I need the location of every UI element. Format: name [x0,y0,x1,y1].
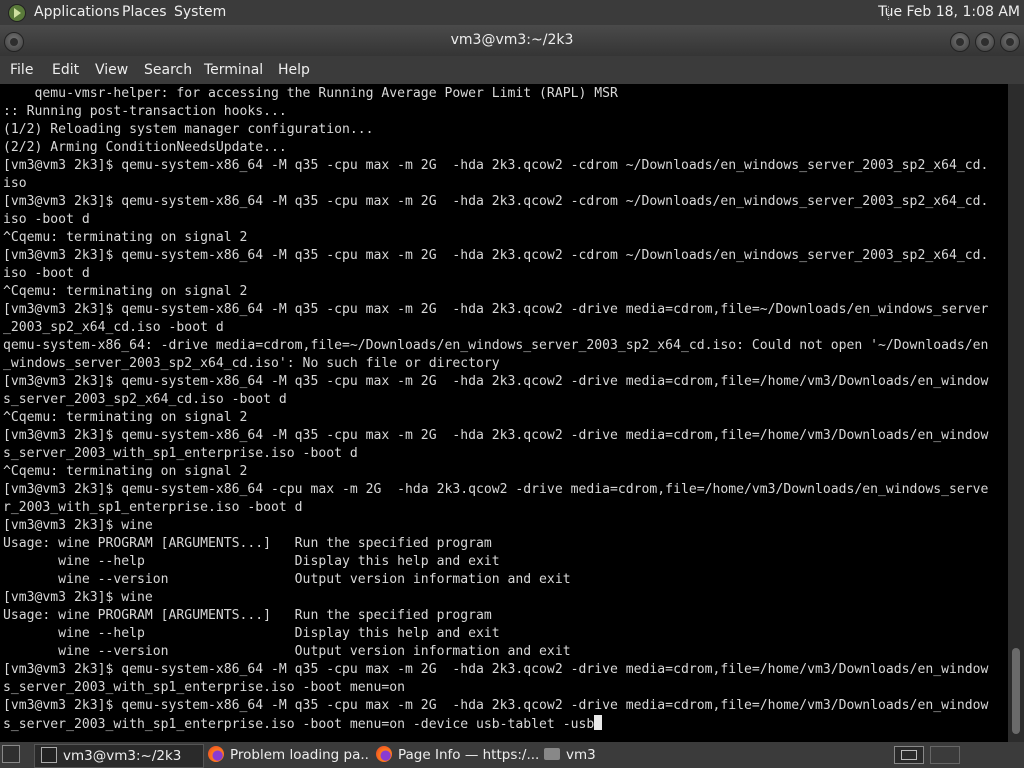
menu-search[interactable]: Search [144,56,192,84]
clock[interactable]: Tue Feb 18, 1:08 AM [878,0,1020,25]
task-label: vm3 [566,747,596,763]
firefox-icon [376,746,392,762]
taskbar-item-firefox-problem[interactable]: Problem loading pa... [204,744,370,766]
firefox-icon [208,746,224,762]
terminal-line: iso -boot d [3,212,90,227]
workspace-switcher-1[interactable] [894,746,924,764]
workspace-switcher-2[interactable] [930,746,960,764]
menu-help[interactable]: Help [278,56,310,84]
terminal-line: ^Cqemu: terminating on signal 2 [3,410,248,425]
terminal-line: wine --version Output version informatio… [3,644,571,659]
terminal-line: (2/2) Arming ConditionNeedsUpdate... [3,140,287,155]
close-icon[interactable] [1000,32,1020,52]
folder-icon [544,748,560,760]
terminal-cursor [594,715,603,730]
terminal-line: s_server_2003_with_sp1_enterprise.iso -b… [3,446,358,461]
task-label: vm3@vm3:~/2k3 [63,748,182,764]
show-desktop-icon[interactable] [2,745,20,763]
bottom-panel: vm3@vm3:~/2k3 Problem loading pa... Page… [0,742,1024,768]
terminal-line: _2003_sp2_x64_cd.iso -boot d [3,320,224,335]
terminal-line: iso [3,176,27,191]
minimize-icon[interactable] [950,32,970,52]
window-title: vm3@vm3:~/2k3 [450,32,574,48]
terminal-line: [vm3@vm3 2k3]$ qemu-system-x86_64 -M q35… [3,158,989,173]
terminal-line: [vm3@vm3 2k3]$ qemu-system-x86_64 -cpu m… [3,482,989,497]
terminal-line: [vm3@vm3 2k3]$ qemu-system-x86_64 -M q35… [3,698,989,713]
menu-file[interactable]: File [10,56,33,84]
terminal-line: s_server_2003_with_sp1_enterprise.iso -b… [3,717,595,732]
menu-view[interactable]: View [95,56,128,84]
system-menu[interactable]: System [174,0,226,25]
terminal-line: Usage: wine PROGRAM [ARGUMENTS...] Run t… [3,608,492,623]
terminal-output[interactable]: qemu-vmsr-helper: for accessing the Runn… [0,84,1008,742]
places-menu[interactable]: Places [122,0,167,25]
terminal-line: [vm3@vm3 2k3]$ qemu-system-x86_64 -M q35… [3,662,989,677]
terminal-line: iso -boot d [3,266,90,281]
taskbar-item-folder[interactable]: vm3 [540,744,660,766]
terminal-line: [vm3@vm3 2k3]$ wine [3,518,153,533]
terminal-line: ^Cqemu: terminating on signal 2 [3,230,248,245]
menu-edit[interactable]: Edit [52,56,79,84]
terminal-text: qemu-vmsr-helper: for accessing the Runn… [3,85,988,734]
applications-menu[interactable]: Applications [34,0,120,25]
terminal-line: qemu-vmsr-helper: for accessing the Runn… [3,86,618,101]
terminal-line: Usage: wine PROGRAM [ARGUMENTS...] Run t… [3,536,492,551]
terminal-line: wine --version Output version informatio… [3,572,571,587]
menu-terminal[interactable]: Terminal [204,56,263,84]
menubar: File Edit View Search Terminal Help [0,56,1024,84]
window-titlebar[interactable]: vm3@vm3:~/2k3 [0,25,1024,56]
terminal-line: :: Running post-transaction hooks... [3,104,287,119]
terminal-line: [vm3@vm3 2k3]$ qemu-system-x86_64 -M q35… [3,302,989,317]
task-label: Problem loading pa... [230,747,370,763]
terminal-line: [vm3@vm3 2k3]$ qemu-system-x86_64 -M q35… [3,428,989,443]
terminal-line: [vm3@vm3 2k3]$ wine [3,590,153,605]
terminal-line: wine --help Display this help and exit [3,626,500,641]
taskbar-item-terminal[interactable]: vm3@vm3:~/2k3 [34,744,204,768]
terminal-line: [vm3@vm3 2k3]$ qemu-system-x86_64 -M q35… [3,248,989,263]
taskbar-item-firefox-pageinfo[interactable]: Page Info — https:/... [372,744,538,766]
terminal-line: qemu-system-x86_64: -drive media=cdrom,f… [3,338,989,353]
terminal-line: (1/2) Reloading system manager configura… [3,122,374,137]
terminal-icon [41,747,57,763]
applications-menu-icon[interactable] [8,4,26,22]
maximize-icon[interactable] [975,32,995,52]
top-panel: Applications Places System Tue Feb 18, 1… [0,0,1024,25]
terminal-line: wine --help Display this help and exit [3,554,500,569]
terminal-scrollbar[interactable] [1008,84,1024,742]
terminal-line: ^Cqemu: terminating on signal 2 [3,464,248,479]
terminal-line: s_server_2003_sp2_x64_cd.iso -boot d [3,392,287,407]
terminal-line: [vm3@vm3 2k3]$ qemu-system-x86_64 -M q35… [3,194,989,209]
task-label: Page Info — https:/... [398,747,538,763]
terminal-line: [vm3@vm3 2k3]$ qemu-system-x86_64 -M q35… [3,374,989,389]
terminal-line: ^Cqemu: terminating on signal 2 [3,284,248,299]
terminal-line: _windows_server_2003_sp2_x64_cd.iso': No… [3,356,500,371]
terminal-line: s_server_2003_with_sp1_enterprise.iso -b… [3,680,406,695]
scrollbar-thumb[interactable] [1012,648,1020,734]
terminal-line: r_2003_with_sp1_enterprise.iso -boot d [3,500,303,515]
